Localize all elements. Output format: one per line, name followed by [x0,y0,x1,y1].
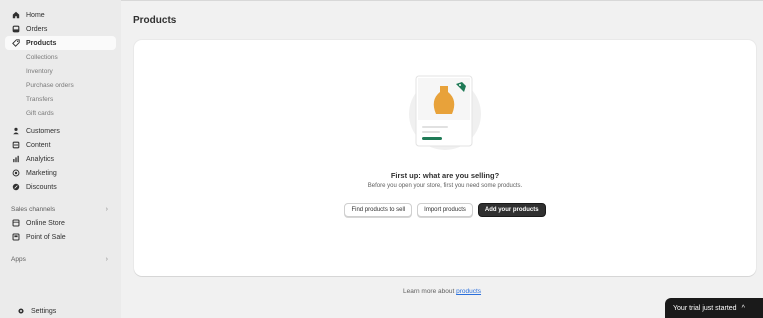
discount-icon [11,183,20,192]
target-icon [11,169,20,178]
empty-state-card: First up: what are you selling? Before y… [134,40,756,276]
sidebar-item-label: Online Store [26,219,65,227]
sidebar-item-label: Marketing [26,169,57,177]
empty-state-subtitle: Before you open your store, first you ne… [367,183,523,189]
sidebar-item-label: Customers [26,127,60,135]
sidebar-item-products[interactable]: Products [5,36,116,50]
sidebar-item-point-of-sale[interactable]: Point of Sale [5,230,116,244]
apps-header[interactable]: Apps › [5,252,116,266]
sidebar-item-discounts[interactable]: Discounts [5,180,116,194]
chevron-right-icon: › [105,255,108,263]
find-products-button[interactable]: Find products to sell [344,203,413,217]
tag-icon [11,39,20,48]
add-products-button[interactable]: Add your products [477,203,546,217]
trial-label: Your trial just started [673,304,737,312]
sidebar-subitem-transfers[interactable]: Transfers [5,92,116,106]
sidebar-item-label: Point of Sale [26,233,66,241]
learn-more: Learn more about products [0,288,763,295]
chevron-right-icon: › [105,205,108,213]
apps-label: Apps [11,255,26,263]
product-illustration [409,75,481,150]
content-icon [11,141,20,150]
orders-icon [11,25,20,34]
sidebar-item-label: Discounts [26,183,57,191]
sidebar-item-customers[interactable]: Customers [5,124,116,138]
chevron-up-icon: ^ [741,304,745,312]
products-help-link[interactable]: products [456,288,481,295]
store-icon [11,219,20,228]
sidebar-item-orders[interactable]: Orders [5,22,116,36]
sidebar-item-label: Home [26,11,45,19]
sidebar-subitem-gift-cards[interactable]: Gift cards [5,106,116,120]
sidebar: Home Orders Products Collections Invento… [0,0,121,318]
sidebar-item-label: Analytics [26,155,55,163]
top-border [121,0,763,1]
empty-state-actions: Find products to sell Import products Ad… [134,203,756,217]
sales-channels-header[interactable]: Sales channels › [5,202,116,216]
sidebar-subitem-purchase-orders[interactable]: Purchase orders [5,78,116,92]
learn-more-text: Learn more about [402,288,455,295]
gear-icon [16,307,25,316]
sidebar-item-online-store[interactable]: Online Store [5,216,116,230]
bar-chart-icon [11,155,20,164]
page-title: Products [133,15,177,26]
sidebar-item-home[interactable]: Home [5,8,116,22]
trial-banner[interactable]: Your trial just started ^ [665,298,763,318]
home-icon [11,11,20,20]
sidebar-subitem-collections[interactable]: Collections [5,50,116,64]
import-products-button[interactable]: Import products [417,203,473,217]
person-icon [11,127,20,136]
pos-icon [11,233,20,242]
sidebar-item-settings[interactable]: Settings [10,304,56,318]
sidebar-item-label: Settings [31,307,57,315]
sidebar-item-content[interactable]: Content [5,138,116,152]
sidebar-item-label: Content [26,141,51,149]
sidebar-item-marketing[interactable]: Marketing [5,166,116,180]
sales-channels-label: Sales channels [11,205,56,213]
sidebar-subitem-inventory[interactable]: Inventory [5,64,116,78]
sidebar-item-label: Products [26,39,57,47]
empty-state-title: First up: what are you selling? [390,171,500,180]
sidebar-item-analytics[interactable]: Analytics [5,152,116,166]
sidebar-item-label: Orders [26,25,48,33]
